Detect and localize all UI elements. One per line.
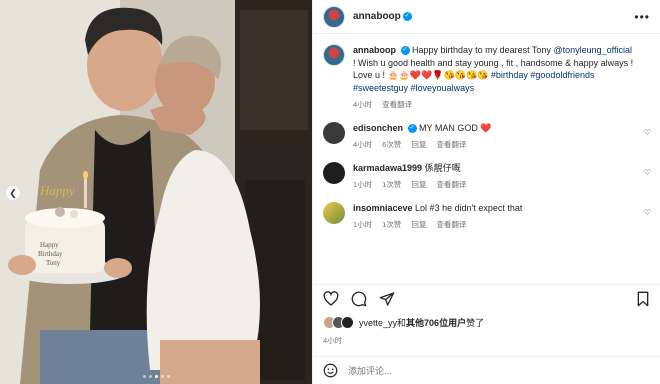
author-avatar[interactable] [323, 5, 345, 28]
svg-text:Happy: Happy [40, 241, 59, 249]
commenter-username[interactable]: edisonchen [353, 123, 403, 133]
reply-link[interactable]: 回复 [411, 139, 426, 152]
comments-list: annaboop ✓ Happy birthday to my dearest … [313, 38, 660, 278]
likes-end: 赞了 [466, 318, 485, 328]
reply-link[interactable]: 回复 [411, 219, 426, 232]
share-icon[interactable] [379, 291, 395, 307]
commenter-avatar[interactable] [323, 201, 345, 224]
commenter-username[interactable]: karmadawa1999 [353, 163, 422, 173]
action-bar [313, 284, 660, 312]
commenter-avatar[interactable] [323, 161, 345, 184]
posted-time[interactable]: 4小时 [323, 335, 342, 346]
comment-time[interactable]: 1小时 [353, 179, 372, 192]
prev-arrow-icon[interactable]: ❮ [6, 186, 20, 200]
comment-text: Lol #3 he didn't expect that [415, 202, 523, 213]
carousel-dot [166, 375, 170, 378]
verified-icon: ✓ [402, 12, 412, 21]
caption-text: Happy birthday to my dearest Tony [412, 45, 554, 55]
heart-icon[interactable] [323, 290, 339, 307]
commenter-username[interactable]: insomniaceve [353, 203, 413, 213]
comment-icon[interactable] [351, 291, 367, 307]
verified-icon: ✓ [407, 123, 417, 133]
carousel-dot [148, 375, 152, 378]
post-header: annaboop ✓ ••• [313, 0, 660, 34]
heart-icon[interactable]: ♡ [644, 168, 651, 177]
post-photo[interactable]: Happy Birthday Tony Happy ❮ [0, 0, 312, 384]
comment-text: MY MAN GOD ❤️ [419, 122, 492, 133]
carousel-dot [160, 375, 164, 378]
mention-link[interactable]: @tonyleung_official [553, 45, 632, 55]
carousel-dot [142, 375, 146, 378]
commenter-avatar[interactable] [323, 121, 345, 144]
comment-time[interactable]: 4小时 [353, 139, 372, 152]
liker-avatar [341, 316, 354, 329]
author-avatar[interactable] [323, 44, 345, 66]
translate-link[interactable]: 查看翻译 [382, 99, 412, 112]
more-icon[interactable]: ••• [634, 10, 650, 24]
verified-icon: ✓ [400, 46, 410, 56]
comment-item: karmadawa1999 係靚仔嘅 1小时 1次赞 回复 查看翻译 ♡ [323, 161, 651, 192]
translate-link[interactable]: 查看翻译 [436, 219, 466, 232]
comment-likes[interactable]: 1次赞 [382, 179, 401, 192]
svg-text:Tony: Tony [46, 259, 61, 267]
emoji-icon[interactable] [323, 363, 338, 378]
comment-likes[interactable]: 1次赞 [382, 219, 401, 232]
heart-icon[interactable]: ♡ [644, 128, 651, 137]
post-panel: annaboop ✓ ••• annaboop ✓ Happy birthday… [312, 0, 660, 384]
svg-text:Birthday: Birthday [38, 250, 63, 258]
author-username[interactable]: annaboop [353, 11, 401, 22]
bookmark-icon[interactable] [635, 291, 651, 307]
comment-likes[interactable]: 6次赞 [382, 139, 401, 152]
caption-username[interactable]: annaboop [353, 45, 396, 55]
liker-username[interactable]: yvette_yy [359, 318, 397, 328]
carousel-dot-active [154, 375, 158, 378]
comment-time[interactable]: 1小时 [353, 219, 372, 232]
add-comment-bar [313, 356, 660, 384]
likes-connector: 和 [397, 318, 407, 328]
caption-time[interactable]: 4小时 [353, 99, 372, 112]
comment-item: edisonchen ✓ MY MAN GOD ❤️ 4小时 6次赞 回复 查看… [323, 121, 651, 152]
translate-link[interactable]: 查看翻译 [436, 179, 466, 192]
caption: annaboop ✓ Happy birthday to my dearest … [323, 44, 651, 112]
likes-summary[interactable]: yvette_yy 和 其他706位用户 赞了 [323, 316, 484, 329]
comment-text: 係靚仔嘅 [424, 162, 461, 173]
photo-illustration: Happy Birthday Tony Happy [0, 0, 312, 384]
translate-link[interactable]: 查看翻译 [436, 139, 466, 152]
comment-input[interactable] [348, 365, 651, 376]
heart-icon[interactable]: ♡ [644, 208, 651, 217]
carousel-dots [0, 375, 312, 378]
reply-link[interactable]: 回复 [411, 179, 426, 192]
comment-item: insomniaceve Lol #3 he didn't expect tha… [323, 201, 651, 232]
likes-others[interactable]: 其他706位用户 [406, 316, 466, 329]
svg-text:Happy: Happy [39, 183, 75, 198]
